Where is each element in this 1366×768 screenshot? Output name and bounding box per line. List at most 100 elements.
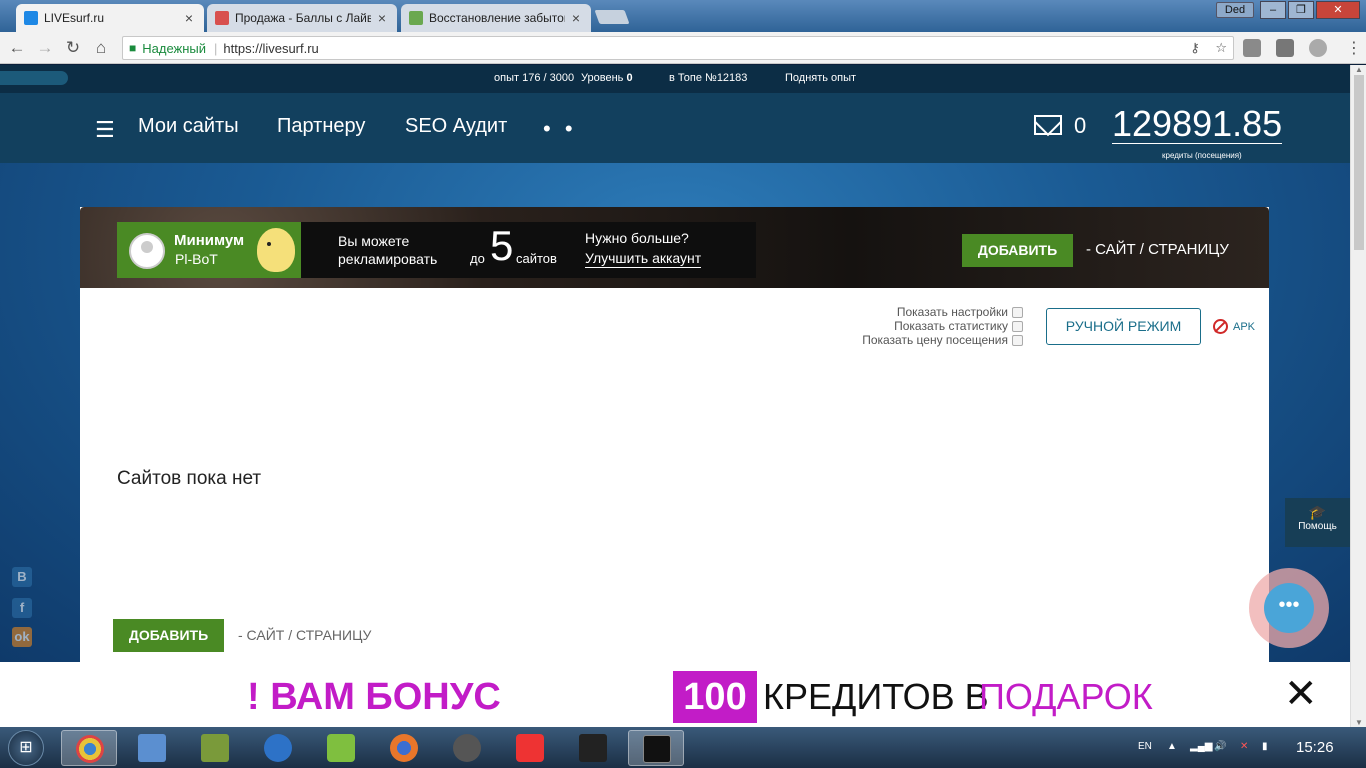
show-settings-option[interactable]: Показать настройки	[897, 305, 1023, 319]
antenna-icon	[453, 734, 481, 762]
maximize-button[interactable]: ❐	[1288, 1, 1314, 19]
raise-exp-link[interactable]: Поднять опыт	[785, 72, 856, 84]
bluestacks-icon	[327, 734, 355, 762]
taskbar-pw[interactable]	[628, 730, 684, 766]
top-status-strip: опыт 176 / 3000 Уровень 0 в Топе №12183 …	[0, 65, 1350, 93]
tool-icon	[201, 734, 229, 762]
tab-close-icon[interactable]: ×	[182, 10, 196, 26]
tab-label: Продажа - Баллы с Лайвс	[235, 11, 371, 25]
plan-promo: Вы можете рекламировать до 5 сайтов Нужно…	[301, 222, 756, 278]
start-button[interactable]: ⊞	[8, 730, 44, 766]
clock[interactable]: 15:26	[1296, 739, 1334, 756]
reload-icon[interactable]: ↻	[62, 38, 84, 58]
url-input[interactable]: ■ Надежный | https://livesurf.ru ⚷ ☆	[122, 36, 1234, 60]
apk-link[interactable]: APK	[1213, 319, 1255, 334]
taskbar-vivaldi[interactable]	[502, 730, 558, 766]
chat-widget-button[interactable]: •••	[1249, 568, 1329, 648]
omnibox-icons: ⚷ ☆	[1178, 40, 1227, 56]
tab-recovery[interactable]: Восстановление забытого ×	[401, 4, 591, 32]
extension-icon[interactable]	[1243, 39, 1261, 57]
taskbar-tool[interactable]	[187, 730, 243, 766]
url-text: https://livesurf.ru	[223, 40, 319, 56]
tray-arrow-icon[interactable]: ▲	[1167, 741, 1177, 752]
scrollbar-thumb[interactable]	[1354, 75, 1364, 250]
volume-icon[interactable]: 🔊	[1214, 741, 1226, 752]
scroll-up-icon[interactable]: ▲	[1355, 65, 1363, 74]
scroll-down-icon[interactable]: ▼	[1355, 718, 1363, 727]
battery-icon[interactable]: ▮	[1262, 741, 1268, 752]
taskbar-console[interactable]	[565, 730, 621, 766]
profile-button[interactable]: Ded	[1216, 2, 1254, 18]
address-toolbar: ← → ↻ ⌂ ■ Надежный | https://livesurf.ru…	[0, 32, 1366, 64]
extension-icon[interactable]	[1276, 39, 1294, 57]
option-label: Показать статистику	[894, 319, 1008, 333]
help-label: Помощь	[1298, 521, 1337, 532]
page-scrollbar[interactable]: ▲ ▼	[1350, 65, 1366, 727]
tab-close-icon[interactable]: ×	[375, 10, 389, 26]
help-button[interactable]: 🎓 Помощь	[1285, 498, 1350, 547]
odnoklassniki-icon[interactable]: ok	[12, 627, 32, 647]
nav-partner[interactable]: Партнеру	[277, 115, 365, 138]
add-site-suffix: - САЙТ / СТРАНИЦУ	[1086, 241, 1229, 258]
rank-info: в Топе №12183	[669, 72, 747, 84]
top-pill	[0, 71, 68, 85]
promo-do: до	[470, 251, 485, 266]
star-icon[interactable]: ☆	[1215, 40, 1227, 55]
recovery-favicon-icon	[409, 11, 423, 25]
signal-icon[interactable]: ▂▄▆	[1190, 741, 1212, 752]
taskbar-chrome[interactable]	[61, 730, 117, 766]
browser-tab-bar: LIVEsurf.ru × Продажа - Баллы с Лайвс × …	[0, 0, 1366, 32]
checkbox[interactable]	[1012, 334, 1023, 346]
apk-label: APK	[1233, 320, 1256, 333]
checkbox[interactable]	[1012, 306, 1023, 318]
taskbar-computer[interactable]	[124, 730, 180, 766]
windows-taskbar: ⊞ EN ▲ ▂▄▆ 🔊 ✕ ▮ 15:26	[0, 727, 1366, 768]
app-icon	[264, 734, 292, 762]
sale-favicon-icon	[215, 11, 229, 25]
nav-seo-audit[interactable]: SEO Аудит	[405, 115, 507, 138]
prohibited-icon	[1213, 319, 1228, 334]
menu-dots-icon[interactable]: ⋮	[1346, 38, 1362, 58]
extension-icon[interactable]	[1309, 39, 1327, 57]
add-site-button-bottom[interactable]: ДОБАВИТЬ	[113, 619, 224, 652]
lock-icon: ■	[129, 41, 137, 55]
pw-icon	[643, 735, 671, 763]
taskbar-network[interactable]	[439, 730, 495, 766]
add-site-button[interactable]: ДОБАВИТЬ	[962, 234, 1073, 267]
manual-mode-button[interactable]: РУЧНОЙ РЕЖИМ	[1046, 308, 1201, 345]
home-icon[interactable]: ⌂	[90, 38, 112, 58]
nav-my-sites[interactable]: Мои сайты	[138, 115, 239, 138]
show-price-option[interactable]: Показать цену посещения	[862, 333, 1023, 347]
level-info: Уровень 0	[581, 72, 633, 84]
panel-header: Минимум Pl-BoT Вы можете рекламировать до…	[80, 207, 1269, 288]
graduation-cap-icon: 🎓	[1308, 504, 1327, 520]
checkbox[interactable]	[1012, 320, 1023, 332]
mail-icon[interactable]	[1034, 115, 1062, 135]
show-stats-option[interactable]: Показать статистику	[894, 319, 1023, 333]
back-arrow-icon[interactable]: ←	[6, 38, 28, 58]
taskbar-app[interactable]	[250, 730, 306, 766]
tab-label: LIVEsurf.ru	[44, 11, 105, 25]
forward-arrow-icon[interactable]: →	[34, 38, 56, 58]
close-window-button[interactable]: ✕	[1316, 1, 1360, 19]
tab-close-icon[interactable]: ×	[569, 10, 583, 26]
minimize-button[interactable]: –	[1260, 1, 1286, 19]
language-indicator[interactable]: EN	[1138, 741, 1152, 752]
taskbar-firefox[interactable]	[376, 730, 432, 766]
divider: |	[214, 40, 218, 56]
facebook-icon[interactable]: f	[12, 598, 32, 618]
tab-livesurf[interactable]: LIVEsurf.ru ×	[16, 4, 204, 32]
firefox-icon	[390, 734, 418, 762]
new-tab-button[interactable]	[594, 10, 630, 24]
upgrade-account-link[interactable]: Улучшить аккаунт	[585, 250, 702, 268]
hamburger-menu-icon[interactable]: ☰	[95, 117, 115, 143]
taskbar-bluestacks[interactable]	[313, 730, 369, 766]
tab-sale[interactable]: Продажа - Баллы с Лайвс ×	[207, 4, 397, 32]
empty-state-text: Сайтов пока нет	[117, 468, 262, 489]
network-error-icon[interactable]: ✕	[1240, 741, 1248, 752]
need-more-text: Нужно больше?	[585, 230, 689, 246]
vk-icon[interactable]: В	[12, 567, 32, 587]
close-icon[interactable]: ✕	[1284, 674, 1318, 714]
nav-more-dots[interactable]: • •	[543, 116, 577, 142]
key-icon[interactable]: ⚷	[1190, 40, 1200, 55]
